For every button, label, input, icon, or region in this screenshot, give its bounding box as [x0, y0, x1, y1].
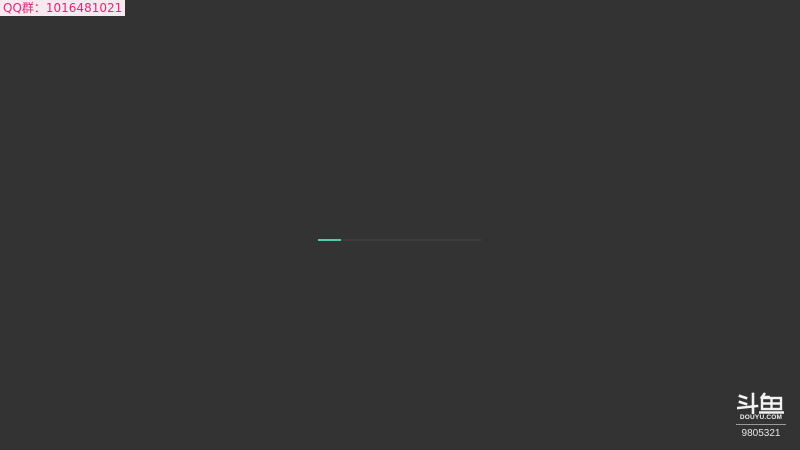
- watermark-divider: [736, 424, 786, 425]
- douyu-logo-icon: 斗鱼: [737, 392, 784, 414]
- room-id: 9805321: [741, 428, 781, 439]
- douyu-brand-text: DOUYU.COM: [739, 414, 783, 421]
- video-player-stage: QQ群：1016481021 斗鱼 DOUYU.COM 9805321: [0, 0, 800, 450]
- qq-group-text: QQ群：1016481021: [3, 1, 123, 15]
- qq-group-banner: QQ群：1016481021: [0, 0, 126, 16]
- loading-progress-fill: [318, 239, 341, 241]
- loading-progress-bar: [318, 239, 482, 241]
- douyu-watermark: 斗鱼 DOUYU.COM 9805321: [730, 392, 792, 440]
